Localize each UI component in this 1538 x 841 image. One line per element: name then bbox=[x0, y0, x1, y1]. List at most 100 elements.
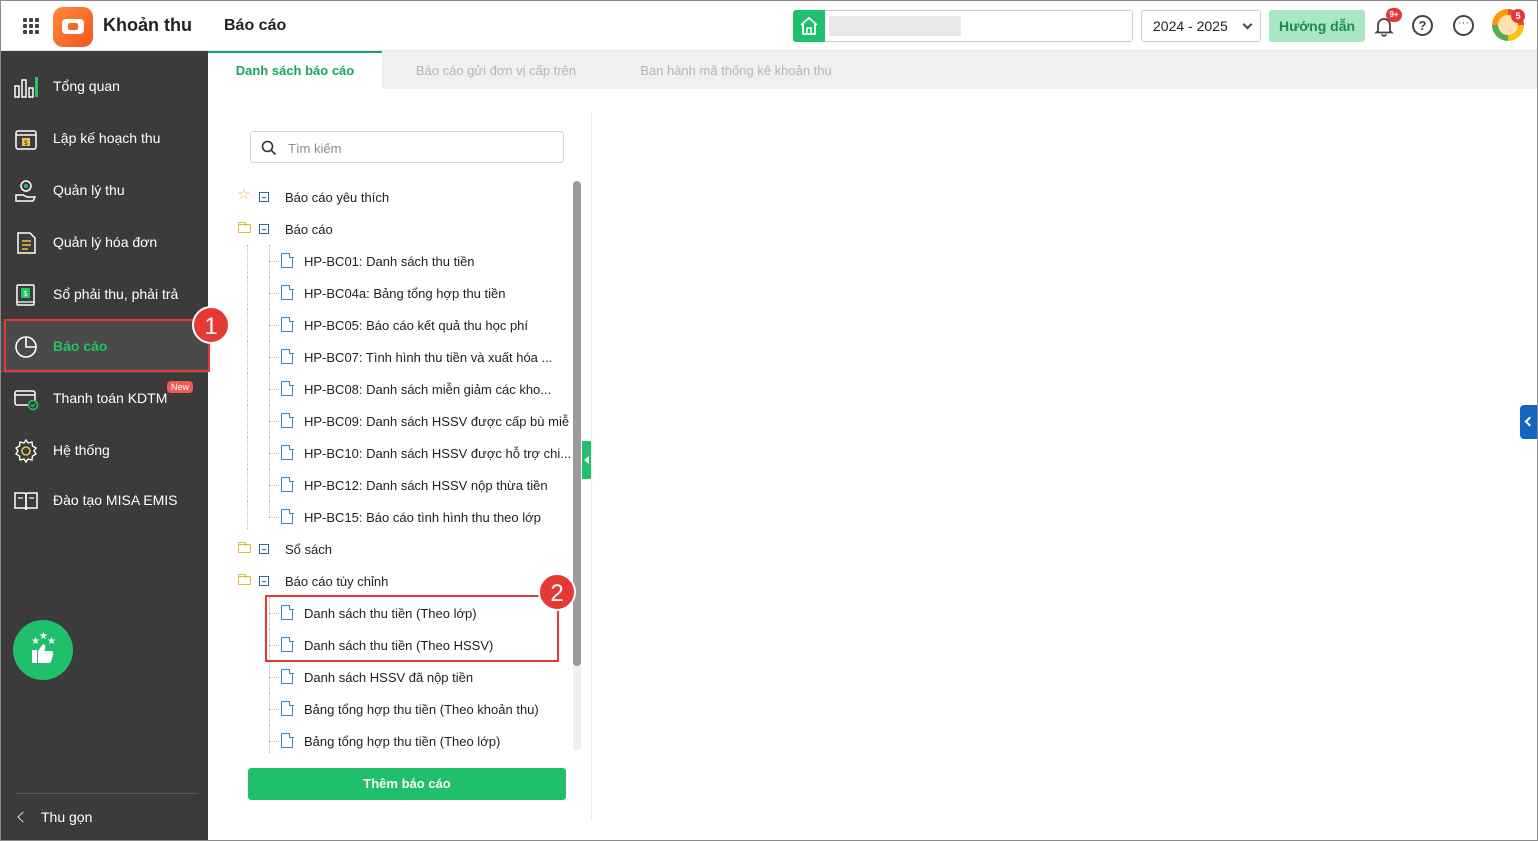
tab-report-list[interactable]: Danh sách báo cáo bbox=[208, 51, 382, 89]
notification-badge: 9+ bbox=[1386, 8, 1402, 22]
tree-node-report[interactable]: HP-BC15: Báo cáo tình hình thu theo lớp bbox=[233, 501, 575, 533]
document-icon bbox=[281, 508, 294, 524]
sidebar-item-plan[interactable]: $ Lập kế hoạch thu bbox=[1, 113, 208, 165]
document-icon bbox=[281, 252, 294, 268]
document-icon bbox=[281, 444, 294, 460]
sidebar-item-label: Sổ phải thu, phải trả bbox=[53, 286, 179, 302]
panel-divider bbox=[591, 111, 592, 821]
collapse-toggle-icon[interactable] bbox=[259, 224, 269, 234]
school-year-select[interactable]: 2024 - 2025 bbox=[1141, 10, 1261, 42]
document-icon bbox=[281, 284, 294, 300]
tree-node-report[interactable]: HP-BC08: Danh sách miễn giảm các kho... bbox=[233, 373, 575, 405]
tree-node-report[interactable]: HP-BC09: Danh sách HSSV được cấp bù miễ bbox=[233, 405, 575, 437]
app-grid-icon[interactable] bbox=[23, 18, 39, 34]
tree-node-report[interactable]: HP-BC01: Danh sách thu tiền bbox=[233, 245, 575, 277]
tab-bar: Danh sách báo cáo Báo cáo gửi đơn vị cấp… bbox=[208, 51, 1537, 89]
search-icon bbox=[261, 140, 277, 156]
right-panel-toggle[interactable] bbox=[1520, 405, 1537, 439]
document-icon bbox=[281, 316, 294, 332]
folder-icon bbox=[238, 542, 251, 553]
step-callout-2: 2 bbox=[538, 573, 576, 611]
document-icon bbox=[281, 348, 294, 364]
school-select[interactable] bbox=[825, 10, 1133, 42]
tree-node-report[interactable]: HP-BC10: Danh sách HSSV được hỗ trợ chi.… bbox=[233, 437, 575, 469]
collapse-toggle-icon[interactable] bbox=[259, 192, 269, 202]
sidebar-item-invoices[interactable]: Quản lý hóa đơn bbox=[1, 217, 208, 269]
tree-node-reports-folder[interactable]: Báo cáo bbox=[233, 213, 575, 245]
document-icon bbox=[281, 380, 294, 396]
search-placeholder: Tìm kiếm bbox=[288, 141, 342, 156]
sidebar-item-label: Thanh toán KDTM bbox=[53, 390, 168, 406]
sidebar-item-label: Quản lý hóa đơn bbox=[53, 234, 158, 250]
tree-node-label: HP-BC12: Danh sách HSSV nộp thừa tiền bbox=[304, 478, 548, 493]
svg-text:$: $ bbox=[24, 139, 28, 147]
school-home-icon[interactable] bbox=[793, 10, 825, 42]
svg-text:★: ★ bbox=[47, 636, 56, 647]
sidebar-item-overview[interactable]: Tổng quan bbox=[1, 61, 208, 113]
sidebar-item-system[interactable]: Hệ thống bbox=[1, 425, 208, 477]
invoice-icon bbox=[17, 232, 36, 254]
tree-node-report[interactable]: HP-BC04a: Bảng tổng hợp thu tiền bbox=[233, 277, 575, 309]
tree-node-report[interactable]: Danh sách HSSV đã nộp tiền bbox=[233, 661, 575, 693]
tree-node-label: Danh sách HSSV đã nộp tiền bbox=[304, 670, 474, 685]
tree-node-label: Bảng tổng hợp thu tiền (Theo khoản thu) bbox=[304, 702, 539, 717]
tree-node-custom-folder[interactable]: Báo cáo tùy chỉnh bbox=[233, 565, 575, 597]
avatar-badge: 5 bbox=[1511, 9, 1525, 23]
tree-node-label: Báo cáo tùy chỉnh bbox=[285, 574, 389, 589]
more-options-icon[interactable]: ··· bbox=[1453, 15, 1474, 36]
tree-node-books-folder[interactable]: Sổ sách bbox=[233, 533, 575, 565]
tree-scrollbar[interactable] bbox=[573, 181, 581, 751]
help-icon[interactable]: ? bbox=[1412, 15, 1433, 36]
highlight-box-custom-reports bbox=[265, 595, 559, 662]
tree-node-label: Báo cáo bbox=[285, 222, 333, 237]
report-tree: ☆ Báo cáo yêu thích Báo cáo HP-BC01: Dan… bbox=[233, 181, 575, 753]
star-icon: ☆ bbox=[237, 186, 251, 203]
report-search-input[interactable]: Tìm kiếm bbox=[250, 131, 564, 163]
app-title: Khoản thu bbox=[103, 15, 192, 35]
sidebar-divider bbox=[17, 793, 197, 794]
svg-text:$: $ bbox=[23, 289, 28, 298]
tree-node-label: HP-BC10: Danh sách HSSV được hỗ trợ chi.… bbox=[304, 446, 572, 461]
folder-icon bbox=[238, 574, 251, 585]
sidebar-item-manage-collection[interactable]: Quản lý thu bbox=[1, 165, 208, 217]
document-icon bbox=[281, 732, 294, 748]
calendar-money-icon: $ bbox=[15, 130, 37, 150]
sidebar-item-label: Tổng quan bbox=[53, 78, 120, 94]
ledger-icon: $ bbox=[16, 284, 35, 306]
sidebar-item-training[interactable]: Đào tạo MISA EMIS bbox=[1, 475, 208, 527]
new-badge: New bbox=[167, 381, 194, 393]
tree-node-label: HP-BC04a: Bảng tổng hợp thu tiền bbox=[304, 286, 506, 301]
page-title: Báo cáo bbox=[224, 17, 287, 34]
school-year-value: 2024 - 2025 bbox=[1153, 18, 1228, 34]
add-report-button[interactable]: Thêm báo cáo bbox=[248, 768, 566, 800]
tree-node-report[interactable]: Bảng tổng hợp thu tiền (Theo lớp) bbox=[233, 725, 575, 753]
sidebar-item-label: Đào tạo MISA EMIS bbox=[53, 492, 178, 508]
tree-node-label: Sổ sách bbox=[285, 542, 332, 557]
tree-node-label: HP-BC05: Báo cáo kết quả thu học phí bbox=[304, 318, 529, 333]
book-icon bbox=[14, 492, 38, 511]
tree-node-report[interactable]: Bảng tổng hợp thu tiền (Theo khoản thu) bbox=[233, 693, 575, 725]
step-callout-1: 1 bbox=[192, 306, 230, 344]
folder-icon bbox=[238, 222, 251, 233]
hand-coin-icon bbox=[15, 180, 37, 202]
sidebar-item-ledger[interactable]: $ Sổ phải thu, phải trả bbox=[1, 269, 208, 321]
document-icon bbox=[281, 412, 294, 428]
tree-node-label: HP-BC07: Tình hình thu tiền và xuất hóa … bbox=[304, 350, 553, 365]
highlight-box-reports bbox=[4, 319, 210, 372]
feedback-thumbs-up-icon[interactable]: ★ ★ ★ bbox=[13, 620, 73, 680]
app-logo bbox=[53, 7, 93, 47]
collapse-toggle-icon[interactable] bbox=[259, 576, 269, 586]
tree-node-label: HP-BC09: Danh sách HSSV được cấp bù miễ bbox=[304, 414, 570, 429]
tree-node-favorites[interactable]: ☆ Báo cáo yêu thích bbox=[233, 181, 575, 213]
tree-node-report[interactable]: HP-BC12: Danh sách HSSV nộp thừa tiền bbox=[233, 469, 575, 501]
app-window: Khoản thu Báo cáo 2024 - 2025 Hướng dẫn … bbox=[0, 0, 1538, 841]
tab-statistical-codes[interactable]: Ban hành mã thống kê khoản thu bbox=[616, 51, 856, 89]
document-icon bbox=[281, 700, 294, 716]
guide-button[interactable]: Hướng dẫn bbox=[1269, 10, 1365, 42]
tree-node-report[interactable]: HP-BC05: Báo cáo kết quả thu học phí bbox=[233, 309, 575, 341]
collapse-sidebar-button[interactable]: Thu gọn bbox=[17, 809, 92, 825]
collapse-toggle-icon[interactable] bbox=[259, 544, 269, 554]
sidebar: Tổng quan $ Lập kế hoạch thu Quản lý thu… bbox=[1, 51, 208, 840]
tree-node-report[interactable]: HP-BC07: Tình hình thu tiền và xuất hóa … bbox=[233, 341, 575, 373]
tab-reports-to-superior[interactable]: Báo cáo gửi đơn vị cấp trên bbox=[392, 51, 600, 89]
